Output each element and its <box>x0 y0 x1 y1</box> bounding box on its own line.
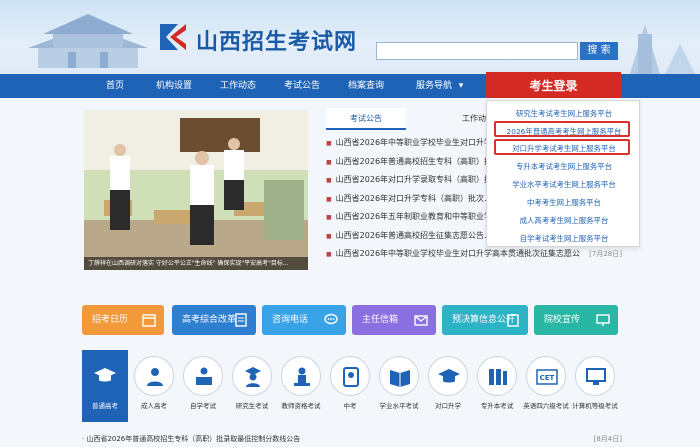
books-icon <box>489 369 507 385</box>
nav-work-news[interactable]: 工作动态 <box>214 74 262 98</box>
book-icon <box>390 370 410 387</box>
tile-computer-exam[interactable]: 计算机等级考试 <box>572 350 618 422</box>
bullet-icon: ■ <box>326 140 332 147</box>
nav-archive-query[interactable]: 档案查询 <box>342 74 390 98</box>
news-date: [7月28日] <box>589 250 622 258</box>
chevron-down-icon[interactable]: ▾ <box>456 74 466 98</box>
nav-service-guide[interactable]: 服务导航 <box>410 74 458 98</box>
temple-illustration <box>28 14 148 68</box>
quick-link-exam-calendar[interactable]: 招考日历 <box>82 305 164 335</box>
tile-self-study[interactable]: 自学考试 <box>180 350 226 422</box>
cet-icon: CET <box>536 369 558 385</box>
list-item[interactable]: ■ 山西省2026年中等职业学校毕业生对口升学高本贯通批次征集志愿公 [7月28日] <box>326 245 622 264</box>
bullet-icon: ■ <box>326 232 332 240</box>
photo-caption[interactable]: 丁薛祥在山西调研对落实 守好公平公正"生命线" 确保实现"平安高考"目标... <box>84 257 308 270</box>
graduate-icon <box>245 367 261 387</box>
quick-link-hotline[interactable]: 咨询电话 <box>262 305 346 335</box>
graduation-cap-icon <box>94 368 116 382</box>
classroom-photo-image <box>84 110 308 270</box>
bottom-news-item[interactable]: · 山西省2026年普通高校招生专科（高职）批录取最低控制分数线公告 [8月4日… <box>82 433 622 445</box>
screen-icon <box>596 314 610 326</box>
site-header: 山西招生考试网 搜 索 <box>0 0 700 74</box>
nav-organization[interactable]: 机构设置 <box>150 74 198 98</box>
tile-teacher-cert[interactable]: 教师资格考试 <box>278 350 324 422</box>
menu-item-upgrade-platform[interactable]: 专升本考试考生网上服务平台 <box>487 159 641 175</box>
nav-home[interactable]: 首页 <box>100 74 130 98</box>
tile-zhongkao[interactable]: 中考 <box>327 350 373 422</box>
chat-icon <box>324 313 338 325</box>
tile-gaokao[interactable]: 普通高考 <box>82 350 128 422</box>
news-photo[interactable]: 丁薛祥在山西调研对落实 守好公平公正"生命线" 确保实现"平安高考"目标... <box>84 110 308 270</box>
menu-item-graduate-platform[interactable]: 研究生考试考生网上服务平台 <box>487 106 641 122</box>
site-title[interactable]: 山西招生考试网 <box>196 24 357 56</box>
adult-student-icon <box>147 368 163 386</box>
bullet-icon: ■ <box>326 251 332 258</box>
tile-cet[interactable]: CET 英语四六级考试 <box>523 350 569 422</box>
exam-category-tiles: 普通高考 成人高考 自学考试 研究生考试 教师资格考试 中考 学业水平考试 对口… <box>82 350 622 422</box>
menu-item-adult-platform[interactable]: 成人高考考生网上服务平台 <box>487 213 641 229</box>
quick-link-gaokao-reform[interactable]: 高考综合改革 <box>172 305 256 335</box>
menu-item-selfstudy-platform[interactable]: 自学考试考生网上服务平台 <box>487 231 641 247</box>
tile-vocational-upgrade[interactable]: 对口升学 <box>425 350 471 422</box>
search-button[interactable]: 搜 索 <box>580 42 618 60</box>
search-input[interactable] <box>376 42 578 60</box>
tile-upgrade-exam[interactable]: 专升本考试 <box>474 350 520 422</box>
calendar-icon <box>142 314 156 327</box>
bullet-icon: ■ <box>326 195 332 203</box>
menu-item-proficiency-platform[interactable]: 学业水平考试考生网上服务平台 <box>487 177 641 193</box>
news-date: [8月4日] <box>593 435 622 443</box>
candidate-login-button[interactable]: 考生登录 <box>486 72 621 100</box>
highlight-box <box>494 121 630 137</box>
teacher-icon <box>294 367 310 386</box>
cap-icon <box>438 369 460 383</box>
bullet-icon: ■ <box>326 158 332 166</box>
self-study-icon <box>196 367 212 385</box>
middle-school-icon <box>343 367 359 387</box>
tile-graduate-exam[interactable]: 研究生考试 <box>229 350 275 422</box>
mail-icon <box>414 315 428 326</box>
bullet-icon: ■ <box>326 214 332 221</box>
tile-adult-exam[interactable]: 成人高考 <box>131 350 177 422</box>
quick-link-director-mailbox[interactable]: 主任信箱 <box>352 305 436 335</box>
bullet-icon: ■ <box>326 177 332 184</box>
highlight-box <box>494 139 630 155</box>
menu-item-zhongkao-platform[interactable]: 中考考生网上服务平台 <box>487 195 641 211</box>
clipboard-icon <box>507 314 519 327</box>
document-icon <box>235 313 247 327</box>
tile-proficiency-exam[interactable]: 学业水平考试 <box>376 350 422 422</box>
site-logo-icon[interactable] <box>156 20 190 54</box>
quick-link-college-promo[interactable]: 院校宣传 <box>534 305 618 335</box>
tab-exam-notices[interactable]: 考试公告 <box>326 108 406 130</box>
computer-icon <box>586 368 606 385</box>
quick-link-budget-disclosure[interactable]: 预决算信息公开 <box>442 305 528 335</box>
nav-exam-notices[interactable]: 考试公告 <box>278 74 326 98</box>
svg-text:CET: CET <box>540 374 555 382</box>
